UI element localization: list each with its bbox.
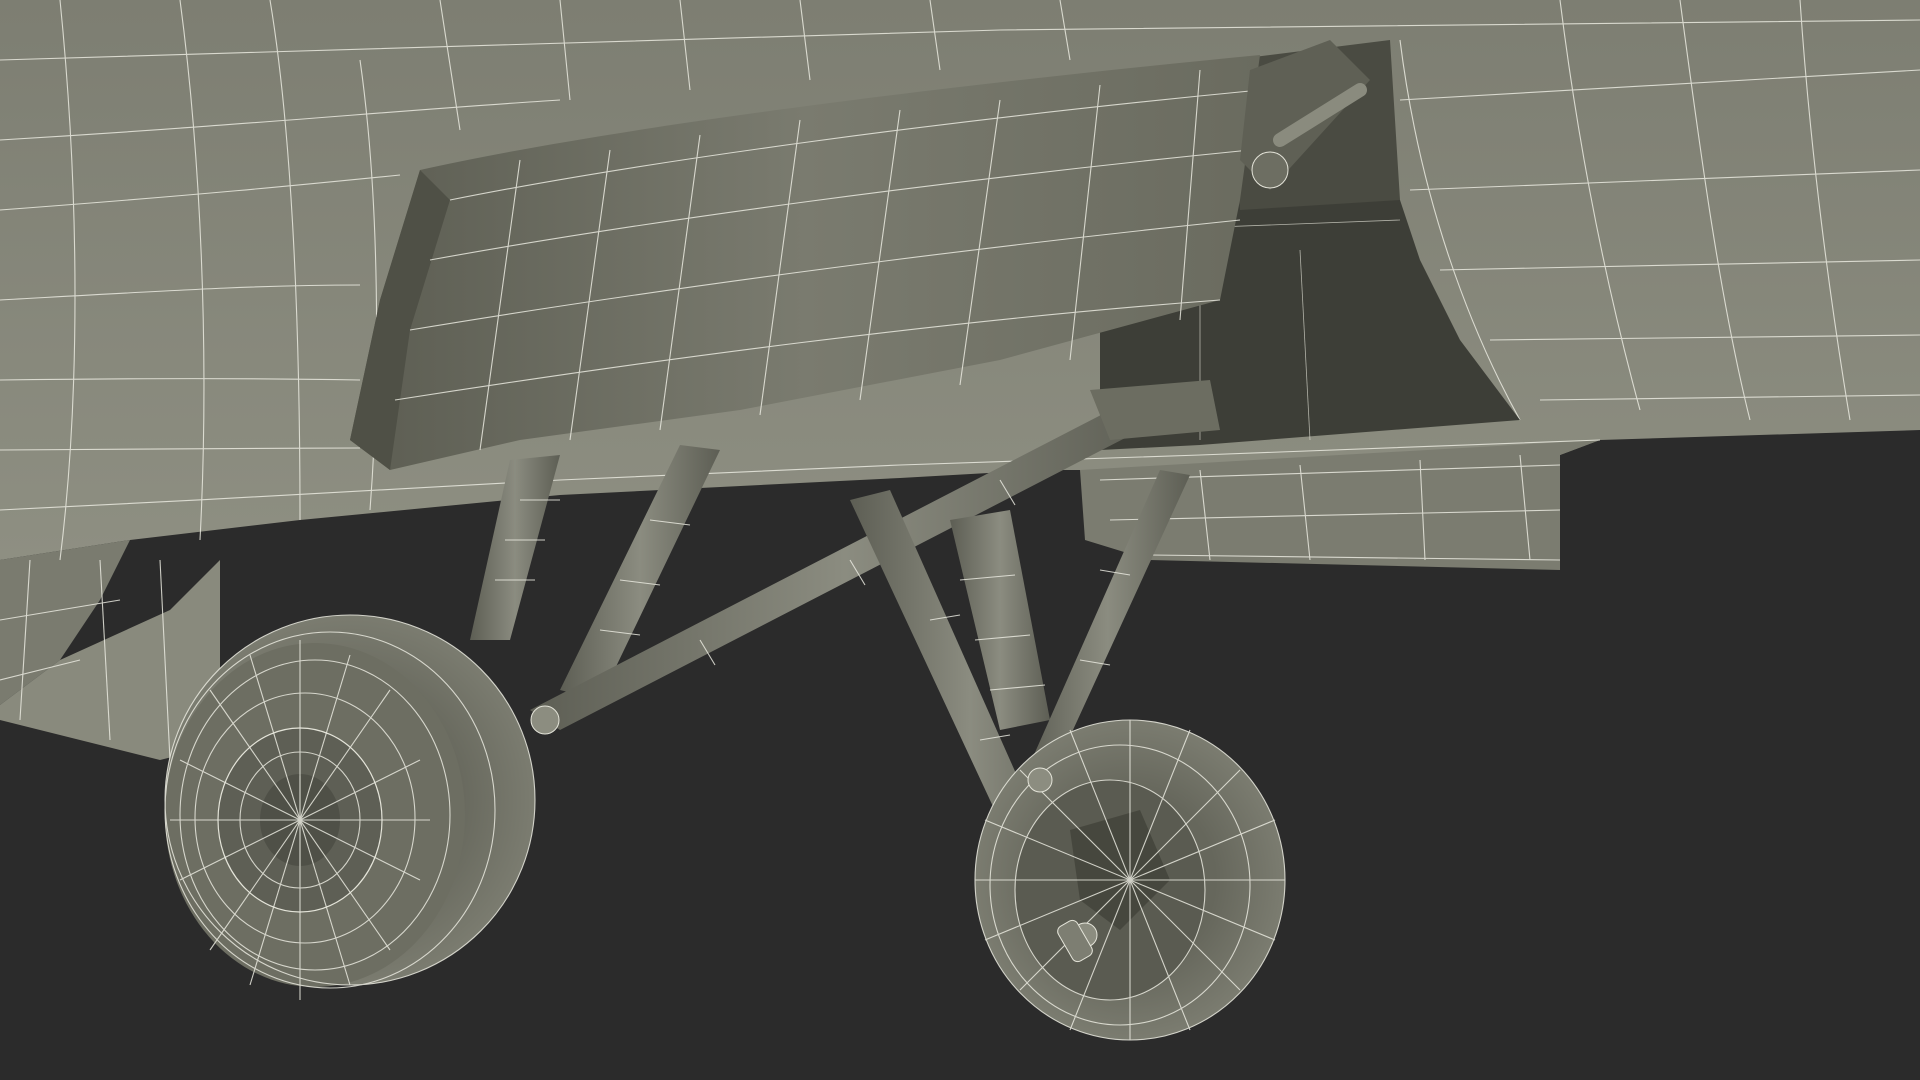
main-wheel-right <box>974 719 1286 1041</box>
main-wheel-left <box>164 614 536 1000</box>
wireframe-scene <box>0 0 1920 1041</box>
render-viewport <box>0 0 1920 1080</box>
